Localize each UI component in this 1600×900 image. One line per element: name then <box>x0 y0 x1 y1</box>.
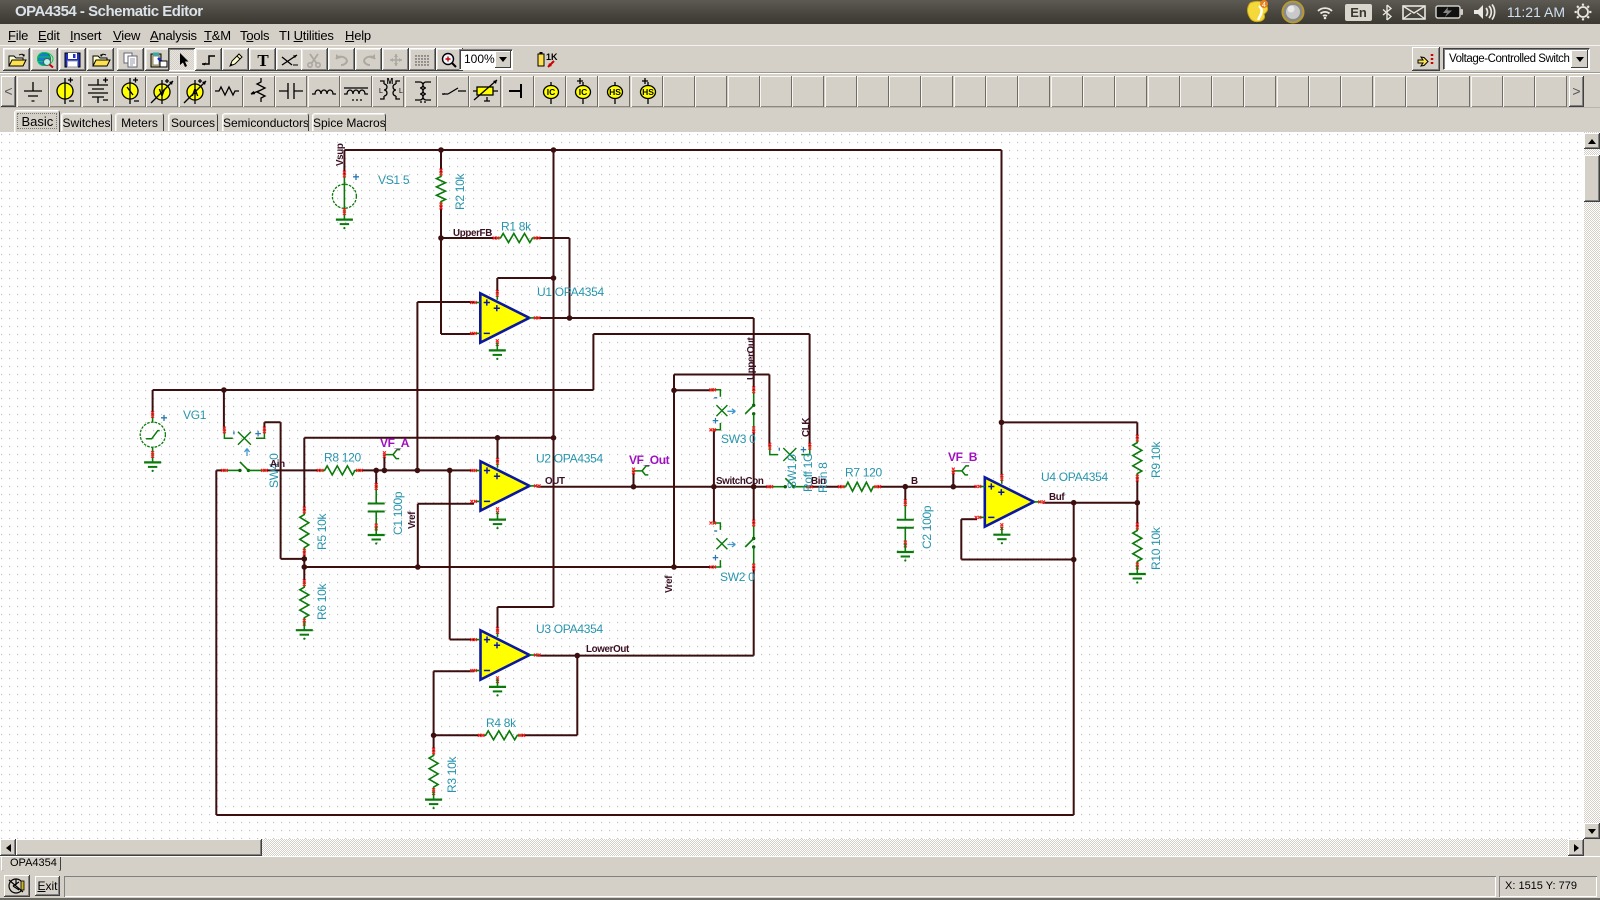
svg-text:+: + <box>712 415 718 427</box>
svg-text:4: 4 <box>1262 2 1266 9</box>
svg-text:C1 100p: C1 100p <box>391 491 405 535</box>
svg-text:Vref: Vref <box>407 511 418 529</box>
svg-text:LowerOut: LowerOut <box>586 644 630 655</box>
svg-text:Buf: Buf <box>1049 492 1065 503</box>
svg-text:L: L <box>399 88 403 95</box>
svg-text:+: + <box>255 428 261 440</box>
svg-text:SW2 0: SW2 0 <box>720 570 755 584</box>
svg-text:+: + <box>161 411 168 425</box>
svg-text:U3 OPA4354: U3 OPA4354 <box>536 622 603 636</box>
svg-text:IC: IC <box>547 87 556 97</box>
svg-text:U4 OPA4354: U4 OPA4354 <box>1041 470 1108 484</box>
svg-text:HS: HS <box>642 87 654 97</box>
svg-text:B: B <box>911 476 918 487</box>
svg-text:VS1 5: VS1 5 <box>378 173 410 187</box>
svg-text:VF_A: VF_A <box>380 436 410 450</box>
svg-text:C2 100p: C2 100p <box>920 505 934 549</box>
svg-text:VF_B: VF_B <box>948 450 978 464</box>
svg-text:R1 8k: R1 8k <box>501 220 532 234</box>
svg-text:R5 10k: R5 10k <box>315 512 329 550</box>
svg-text:Bin: Bin <box>811 476 826 487</box>
svg-text:CLK: CLK <box>801 418 812 437</box>
svg-text:R6 10k: R6 10k <box>315 582 329 620</box>
svg-text:IC: IC <box>579 87 588 97</box>
svg-text:Vref: Vref <box>664 575 675 593</box>
svg-text:R10 10k: R10 10k <box>1149 526 1163 570</box>
svg-text:M: M <box>387 77 394 86</box>
svg-text:Ain: Ain <box>270 459 285 470</box>
svg-text:A: A <box>191 88 198 99</box>
svg-text:SW3 0: SW3 0 <box>721 432 756 446</box>
svg-text:1K: 1K <box>546 52 558 62</box>
svg-text:V: V <box>159 88 166 99</box>
svg-text:SwitchCon: SwitchCon <box>716 476 764 487</box>
svg-text:SW1 0: SW1 0 <box>785 454 799 489</box>
svg-text:+: + <box>353 170 360 184</box>
svg-text:R3 10k: R3 10k <box>445 755 459 793</box>
svg-text:VG1: VG1 <box>183 408 207 422</box>
svg-text:L: L <box>379 88 383 95</box>
svg-text:R4 8k: R4 8k <box>486 716 517 730</box>
svg-text:OUT: OUT <box>545 476 565 487</box>
svg-text:+: + <box>712 553 718 565</box>
svg-text:R9 10k: R9 10k <box>1149 440 1163 478</box>
svg-text:VF_Out: VF_Out <box>629 453 670 467</box>
svg-text:UpperFB: UpperFB <box>453 228 492 239</box>
svg-text:R7 120: R7 120 <box>845 466 883 480</box>
svg-text:U1 OPA4354: U1 OPA4354 <box>537 285 604 299</box>
svg-text:U2 OPA4354: U2 OPA4354 <box>536 452 603 466</box>
svg-text:R2 10k: R2 10k <box>453 172 467 210</box>
svg-text:R8 120: R8 120 <box>324 451 362 465</box>
svg-text:T: T <box>257 52 269 68</box>
svg-text:HS: HS <box>609 87 621 97</box>
svg-text:Vsup: Vsup <box>335 143 346 166</box>
svg-text:UpperOut: UpperOut <box>746 337 757 380</box>
